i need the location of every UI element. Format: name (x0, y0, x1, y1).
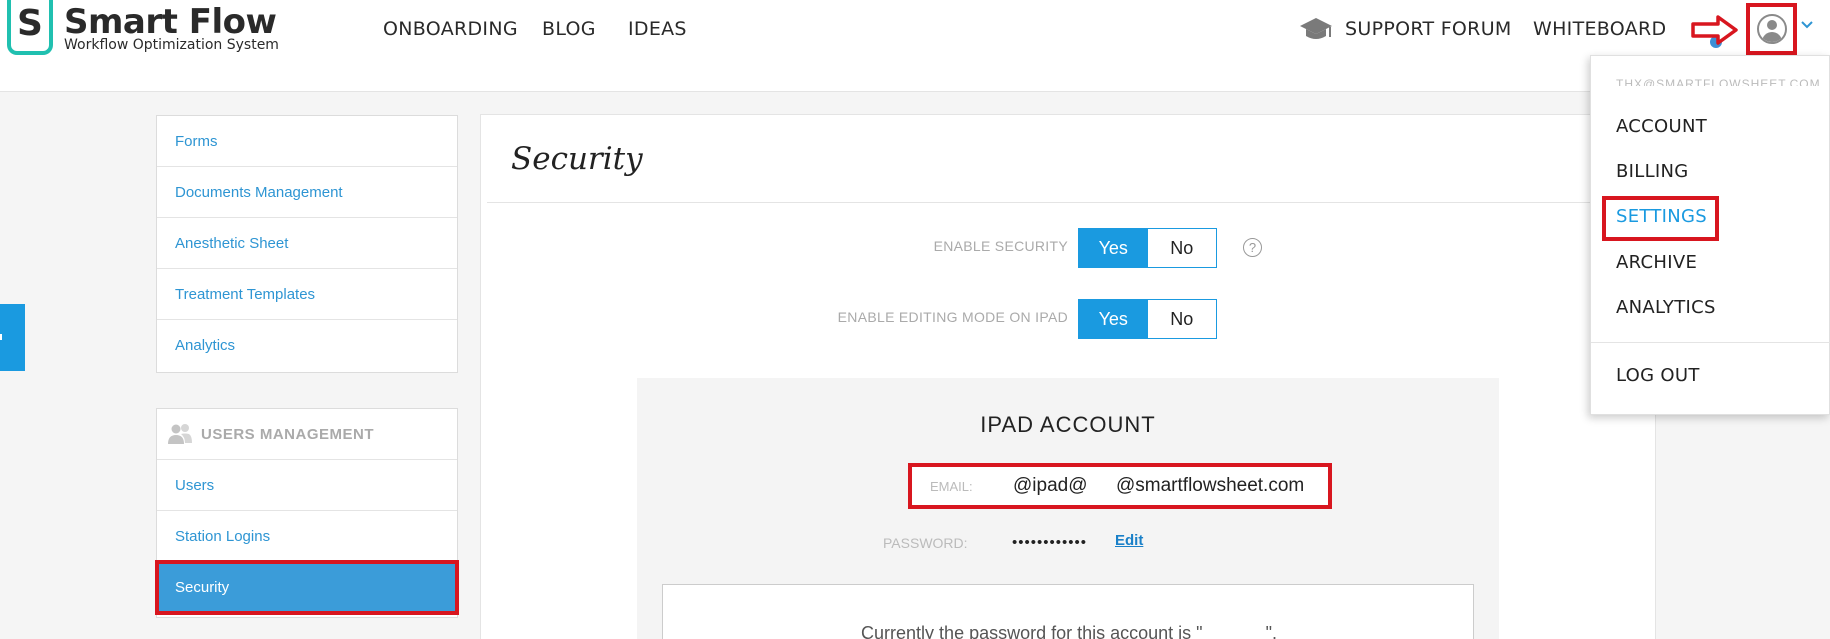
app-name: Smart Flow (64, 2, 277, 42)
enable-editing-yes-button[interactable]: Yes (1079, 300, 1148, 338)
edit-password-link[interactable]: Edit (1115, 532, 1143, 549)
password-value: •••••••••••• (1012, 534, 1088, 551)
sidebar-item-documents-management[interactable]: Documents Management (157, 167, 457, 218)
graduation-cap-icon (1300, 18, 1332, 39)
email-value: @ipad@ @smartflowsheet.com (1013, 475, 1305, 496)
users-management-header: USERS MANAGEMENT (157, 409, 457, 460)
title-divider (487, 202, 1637, 203)
email-row: EMAIL: @ipad@ @smartflowsheet.com (908, 463, 1332, 509)
sidebar-item-anesthetic-sheet[interactable]: Anesthetic Sheet (157, 218, 457, 269)
password-notice-box: Currently the password for this account … (662, 584, 1474, 639)
enable-editing-label: ENABLE EDITING MODE ON IPAD (837, 309, 1068, 325)
menu-item-settings[interactable]: SETTINGS (1616, 206, 1707, 227)
enable-editing-no-button[interactable]: No (1147, 300, 1216, 338)
sidebar-item-security[interactable]: Security (155, 560, 459, 615)
menu-item-archive[interactable]: ARCHIVE (1616, 252, 1697, 273)
user-avatar-button[interactable] (1746, 3, 1797, 55)
enable-editing-toggle: Yes No (1078, 299, 1217, 339)
users-management-menu: USERS MANAGEMENT Users Station Logins Se… (155, 408, 459, 618)
top-header: S Smart Flow Workflow Optimization Syste… (0, 0, 1830, 92)
sidebar-item-station-logins[interactable]: Station Logins (157, 511, 457, 562)
ipad-account-section: IPAD ACCOUNT EMAIL: @ipad@ @smartflowshe… (637, 378, 1499, 639)
menu-item-analytics[interactable]: ANALYTICS (1616, 297, 1716, 318)
page-title: Security (511, 141, 643, 177)
sidebar-item-users[interactable]: Users (157, 460, 457, 511)
nav-whiteboard[interactable]: WHITEBOARD (1533, 18, 1666, 40)
nav-blog[interactable]: BLOG (542, 18, 596, 40)
chevron-down-icon[interactable] (1800, 17, 1814, 31)
logo-badge[interactable]: S (7, 0, 53, 55)
menu-item-account[interactable]: ACCOUNT (1616, 116, 1707, 137)
settings-menu: Forms Documents Management Anesthetic Sh… (156, 115, 458, 373)
user-email: THX@SMARTFLOWSHEET.COM (1616, 77, 1821, 86)
enable-security-yes-button[interactable]: Yes (1079, 229, 1148, 267)
menu-item-billing[interactable]: BILLING (1616, 161, 1689, 182)
logo-letter: S (17, 2, 43, 44)
app-tagline: Workflow Optimization System (64, 37, 279, 53)
enable-security-toggle: Yes No (1078, 228, 1217, 268)
nav-support-forum[interactable]: SUPPORT FORUM (1345, 18, 1512, 40)
arrow-right-icon (1691, 15, 1738, 45)
users-icon (168, 424, 192, 444)
help-icon[interactable]: ? (1243, 238, 1262, 257)
menu-divider (1591, 342, 1830, 343)
nav-ideas[interactable]: IDEAS (628, 18, 687, 40)
users-management-label: USERS MANAGEMENT (201, 425, 375, 443)
enable-security-label: ENABLE SECURITY (933, 238, 1068, 254)
user-dropdown-menu: THX@SMARTFLOWSHEET.COM ACCOUNT BILLING S… (1590, 55, 1830, 415)
ipad-account-title: IPAD ACCOUNT (980, 412, 1156, 437)
menu-item-logout[interactable]: LOG OUT (1616, 365, 1700, 386)
user-avatar-icon (1756, 14, 1787, 44)
chevron-left-icon (0, 334, 4, 340)
sidebar-item-forms[interactable]: Forms (157, 116, 457, 167)
email-label: EMAIL: (930, 479, 973, 494)
nav-onboarding[interactable]: ONBOARDING (383, 18, 518, 40)
sidebar-toggle-tab[interactable] (0, 304, 25, 371)
password-label: PASSWORD: (883, 535, 968, 551)
sidebar-item-analytics[interactable]: Analytics (157, 320, 457, 371)
enable-security-no-button[interactable]: No (1147, 229, 1216, 267)
sidebar-item-treatment-templates[interactable]: Treatment Templates (157, 269, 457, 320)
password-notice-text: Currently the password for this account … (861, 623, 1277, 639)
